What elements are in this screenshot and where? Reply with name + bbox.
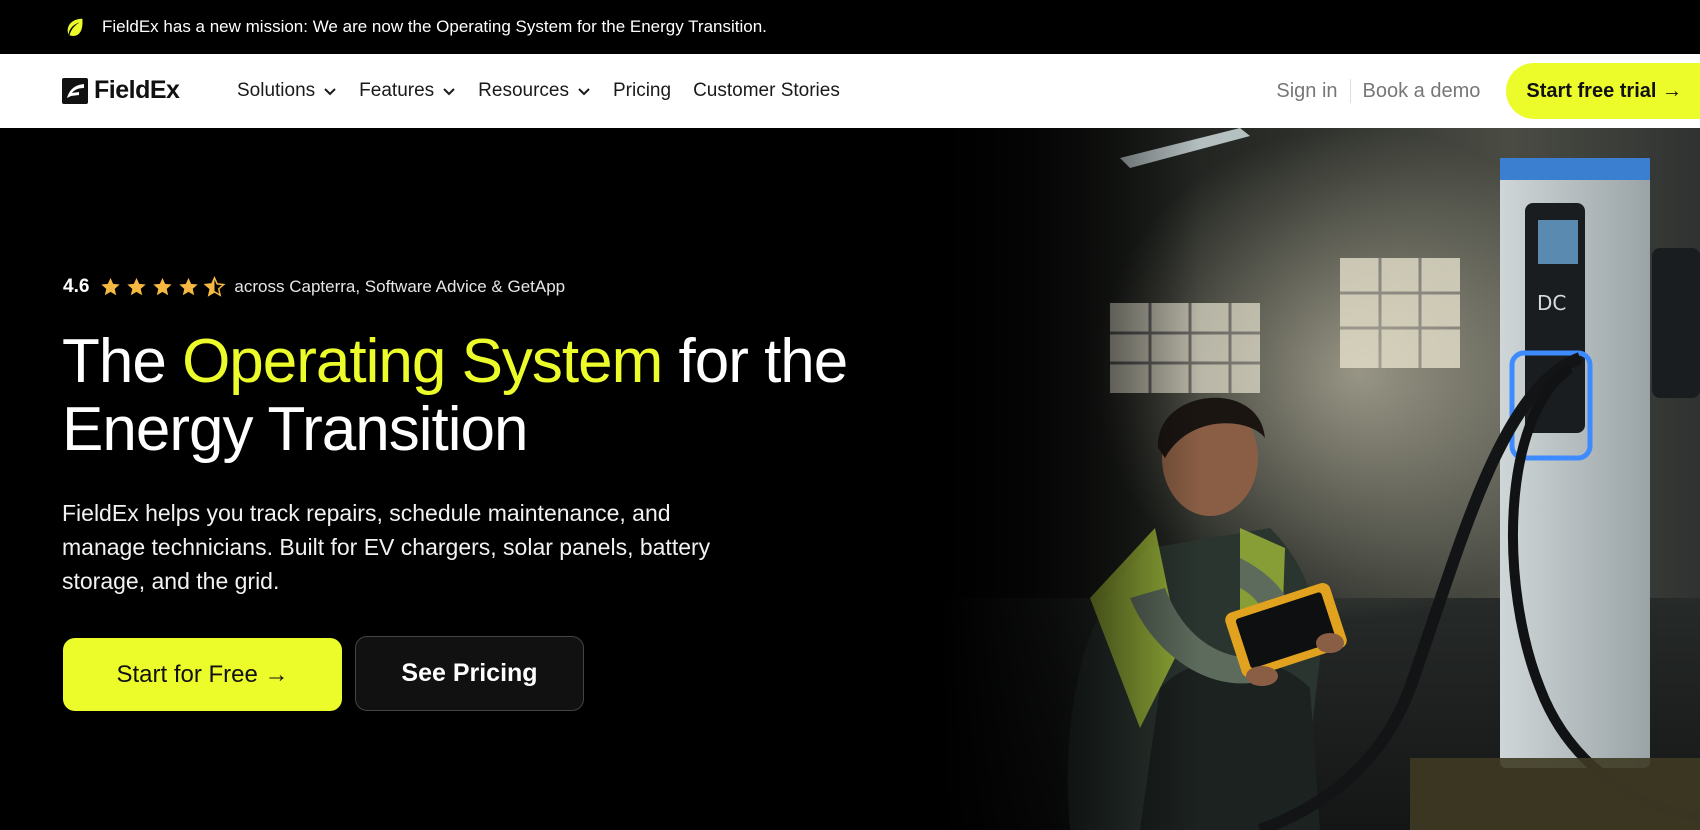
star-half-icon — [203, 276, 226, 297]
rating-source: across Capterra, Software Advice & GetAp… — [234, 277, 566, 296]
announcement-text: FieldEx has a new mission: We are now th… — [102, 17, 767, 36]
nav-item-pricing[interactable]: Pricing — [613, 80, 671, 102]
chevron-down-icon — [578, 88, 590, 96]
headline-highlight: Operating System — [182, 327, 663, 396]
nav-item-customer-stories[interactable]: Customer Stories — [693, 80, 840, 102]
nav-item-solutions[interactable]: Solutions — [237, 80, 337, 102]
nav-item-features[interactable]: Features — [359, 80, 456, 102]
nav-item-resources[interactable]: Resources — [478, 80, 591, 102]
chevron-down-icon — [324, 88, 336, 96]
hero-headline: The Operating System for the Energy Tran… — [62, 328, 862, 464]
hero-subtext: FieldEx helps you track repairs, schedul… — [62, 500, 711, 594]
nav-item-label: Solutions — [237, 80, 316, 101]
fieldex-logo-icon — [62, 77, 88, 104]
headline-before: The — [62, 327, 183, 396]
rating-stars — [99, 276, 226, 298]
star-icon — [127, 277, 147, 296]
sign-in-link[interactable]: Sign in — [1276, 80, 1349, 103]
nav-actions: Sign in Book a demo Start free trial → — [1276, 54, 1700, 128]
fieldex-logo[interactable]: FieldEx — [62, 76, 180, 105]
photo-gradient-overlay — [940, 128, 1200, 830]
rating-score: 4.6 — [63, 276, 90, 297]
leaf-icon — [67, 18, 83, 36]
star-icon — [153, 277, 173, 296]
rating-summary: 4.6 across Capterra, Software Advice & G… — [63, 276, 565, 298]
see-pricing-button[interactable]: See Pricing — [355, 636, 584, 711]
nav-divider — [1349, 79, 1351, 103]
logo-text: FieldEx — [94, 76, 180, 104]
nav-item-label: Features — [359, 80, 435, 101]
nav-menu: Solutions Features Resources Pricing Cus… — [237, 54, 840, 128]
chevron-down-icon — [443, 88, 455, 96]
star-icon — [179, 277, 199, 296]
start-free-trial-button[interactable]: Start free trial → — [1506, 63, 1700, 119]
nav-item-label: Customer Stories — [693, 80, 840, 101]
svg-text:DC: DC — [1537, 291, 1566, 315]
main-navigation: FieldEx Solutions Features Resources Pri… — [0, 54, 1700, 128]
nav-item-label: Resources — [478, 80, 569, 101]
start-for-free-button[interactable]: Start for Free → — [63, 638, 342, 711]
announcement-bar: FieldEx has a new mission: We are now th… — [0, 0, 1700, 54]
nav-item-label: Pricing — [612, 80, 672, 101]
book-demo-link[interactable]: Book a demo — [1363, 80, 1481, 103]
hero-section: DC 4.6 across Capterra, Software Advice … — [0, 128, 1700, 830]
star-icon — [101, 277, 121, 296]
